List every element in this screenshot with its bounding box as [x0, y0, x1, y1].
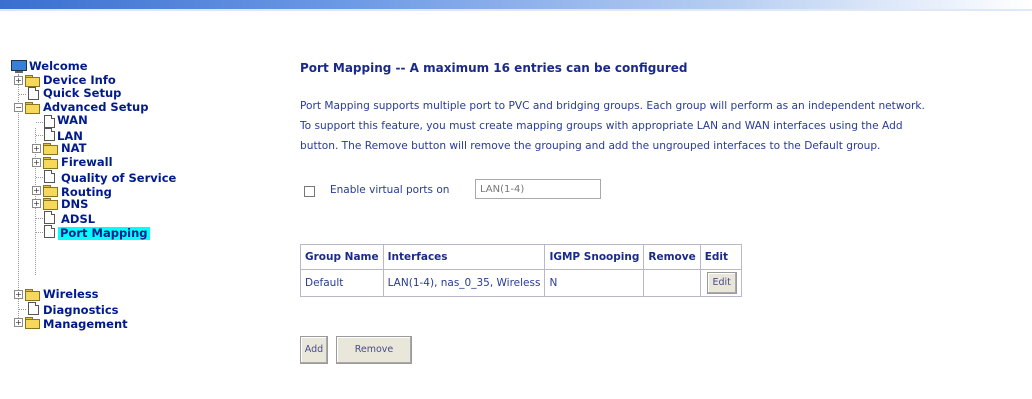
sidebar-item-label: NAT: [61, 141, 87, 155]
virtual-ports-input[interactable]: [475, 179, 601, 199]
port-mapping-table: Group Name Interfaces IGMP Snooping Remo…: [300, 244, 742, 297]
enable-virtual-ports-checkbox[interactable]: [304, 186, 315, 197]
expand-icon[interactable]: +: [14, 290, 23, 299]
virtual-ports-row: Enable virtual ports on: [300, 179, 700, 201]
expand-icon[interactable]: +: [32, 199, 41, 208]
document-icon: [44, 225, 55, 238]
cell-interfaces: LAN(1-4), nas_0_35, Wireless: [382, 269, 546, 297]
sidebar-item-label: Welcome: [29, 59, 88, 73]
column-header-igmp-snooping: IGMP Snooping: [544, 244, 645, 270]
column-header-edit: Edit: [699, 244, 742, 270]
sidebar-item-label: Wireless: [43, 287, 99, 301]
description-line: Port Mapping supports multiple port to P…: [300, 100, 925, 112]
cell-igmp-snooping: N: [544, 269, 645, 297]
header-divider: [0, 9, 1032, 11]
sidebar-item-label: Port Mapping: [58, 226, 150, 240]
column-header-group-name: Group Name: [300, 244, 384, 270]
expand-icon[interactable]: +: [32, 158, 41, 167]
document-icon: [28, 87, 39, 100]
folder-open-icon: [25, 102, 40, 114]
folder-icon: [25, 75, 40, 87]
expand-icon[interactable]: +: [14, 318, 23, 327]
add-button[interactable]: Add: [300, 336, 328, 364]
header-gradient-bar: [0, 0, 1032, 9]
folder-icon: [25, 317, 40, 329]
table-header-row: Group Name Interfaces IGMP Snooping Remo…: [300, 244, 742, 270]
cell-remove: [643, 269, 701, 297]
sidebar-item-label: Diagnostics: [43, 303, 119, 317]
column-header-remove: Remove: [643, 244, 701, 270]
description-line: To support this feature, you must create…: [300, 120, 903, 132]
sidebar-item-label: ADSL: [61, 212, 96, 226]
document-icon: [44, 211, 55, 224]
page-title: Port Mapping -- A maximum 16 entries can…: [300, 61, 688, 75]
table-row: Default LAN(1-4), nas_0_35, Wireless N E…: [300, 269, 742, 297]
cell-edit: Edit: [699, 269, 742, 297]
description-line: button. The Remove button will remove th…: [300, 140, 881, 152]
document-icon: [44, 170, 55, 183]
document-icon: [44, 128, 55, 141]
page-description: Port Mapping supports multiple port to P…: [300, 96, 1030, 156]
sidebar-item-label: Quality of Service: [61, 171, 177, 185]
collapse-icon[interactable]: −: [14, 103, 23, 112]
expand-icon[interactable]: +: [32, 144, 41, 153]
edit-button[interactable]: Edit: [706, 272, 737, 294]
column-header-interfaces: Interfaces: [382, 244, 546, 270]
document-icon: [44, 115, 55, 128]
remove-button[interactable]: Remove: [336, 336, 412, 364]
cell-group-name: Default: [300, 269, 384, 297]
folder-icon: [25, 289, 40, 301]
folder-icon: [43, 198, 58, 210]
sidebar-item-label: Firewall: [61, 155, 113, 169]
folder-icon: [43, 157, 58, 169]
enable-virtual-ports-label: Enable virtual ports on: [330, 184, 450, 196]
monitor-icon: [11, 60, 27, 73]
folder-icon: [43, 185, 58, 197]
document-icon: [28, 302, 39, 315]
expand-icon[interactable]: +: [14, 76, 23, 85]
folder-icon: [43, 143, 58, 155]
expand-icon[interactable]: +: [32, 186, 41, 195]
sidebar-item-label: DNS: [61, 197, 89, 211]
sidebar-item-label: Management: [43, 317, 128, 331]
sidebar-item-label: WAN: [57, 113, 88, 127]
sidebar-item-label: Quick Setup: [43, 86, 122, 100]
